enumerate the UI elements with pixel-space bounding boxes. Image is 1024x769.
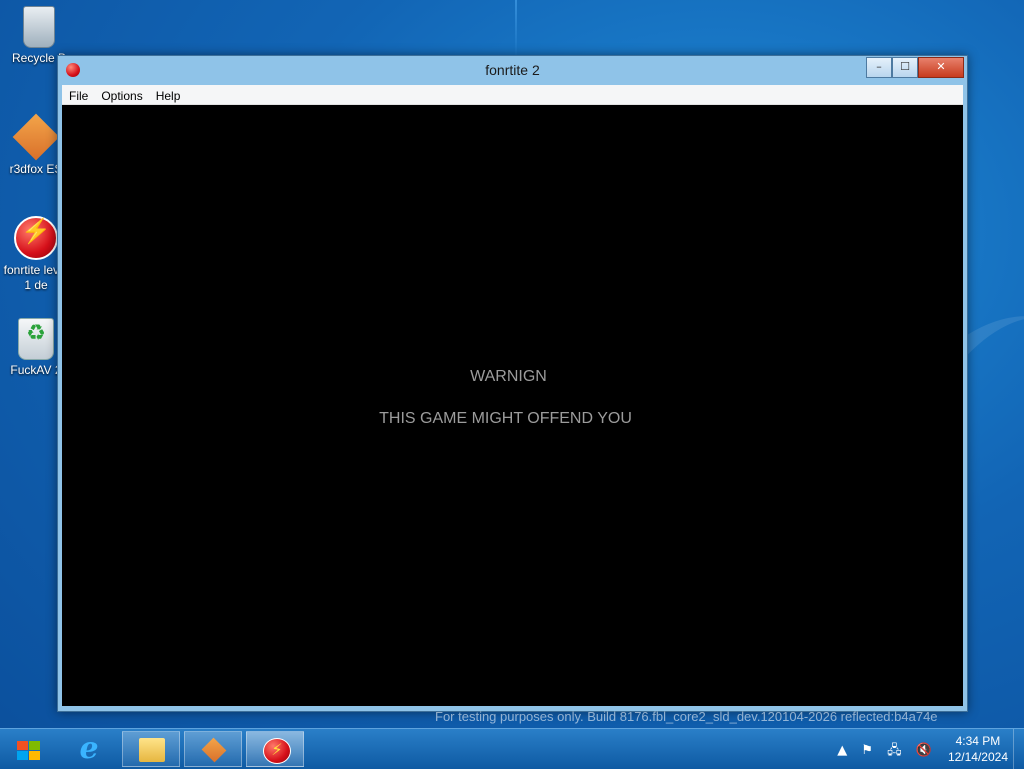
recycle-arrows-icon xyxy=(18,318,54,360)
clock[interactable]: 4:34 PM 12/14/2024 xyxy=(948,733,1008,765)
app-window: fonrtite 2 – ☐ ✕ File Options Help WARNIGN… xyxy=(57,55,968,712)
taskbar-fonrtite[interactable] xyxy=(246,731,304,767)
window-title: fonrtite 2 xyxy=(485,62,540,78)
fonrtite-icon xyxy=(263,738,291,764)
show-desktop-button[interactable] xyxy=(1013,729,1024,769)
maximize-button[interactable]: ☐ xyxy=(892,57,918,78)
show-hidden-icons-icon[interactable]: ▲ xyxy=(837,743,847,758)
game-canvas[interactable]: WARNIGN THIS GAME MIGHT OFFEND YOU xyxy=(62,105,963,706)
r3dfox-icon xyxy=(201,737,227,763)
menu-options[interactable]: Options xyxy=(94,86,148,103)
r3dfox-icon xyxy=(12,113,60,161)
internet-explorer-icon: e xyxy=(79,731,99,766)
volume-muted-icon[interactable]: 🔇 xyxy=(916,743,932,758)
menu-help[interactable]: Help xyxy=(149,86,187,103)
clock-date: 12/14/2024 xyxy=(947,750,1008,764)
menu-bar: File Options Help xyxy=(62,85,963,105)
warning-text: THIS GAME MIGHT OFFEND YOU xyxy=(379,410,632,427)
title-bar[interactable]: fonrtite 2 – ☐ ✕ xyxy=(58,56,967,84)
network-icon[interactable]: 🖧 xyxy=(887,741,902,763)
recycle-bin-icon xyxy=(23,6,55,48)
minimize-button[interactable]: – xyxy=(866,57,892,78)
start-button[interactable] xyxy=(4,733,50,765)
warning-title: WARNIGN xyxy=(470,368,547,385)
close-button[interactable]: ✕ xyxy=(918,57,964,78)
folder-icon xyxy=(139,738,165,762)
build-watermark: For testing purposes only. Build 8176.fb… xyxy=(435,709,938,724)
action-center-flag-icon[interactable]: ⚑ xyxy=(861,743,873,758)
menu-file[interactable]: File xyxy=(62,86,94,103)
taskbar-file-explorer[interactable] xyxy=(122,731,180,767)
windows-logo-icon xyxy=(17,741,41,761)
clock-time: 4:34 PM xyxy=(955,734,1001,748)
wallpaper-streak xyxy=(515,0,517,60)
fonrtite-icon xyxy=(14,216,58,260)
taskbar-r3dfox[interactable] xyxy=(184,731,242,767)
taskbar: e ▲ ⚑ 🖧 🔇 4:34 PM 12/14/2024 xyxy=(0,728,1024,769)
taskbar-internet-explorer[interactable]: e xyxy=(60,731,118,767)
system-tray: ▲ ⚑ 🖧 🔇 xyxy=(827,741,932,763)
